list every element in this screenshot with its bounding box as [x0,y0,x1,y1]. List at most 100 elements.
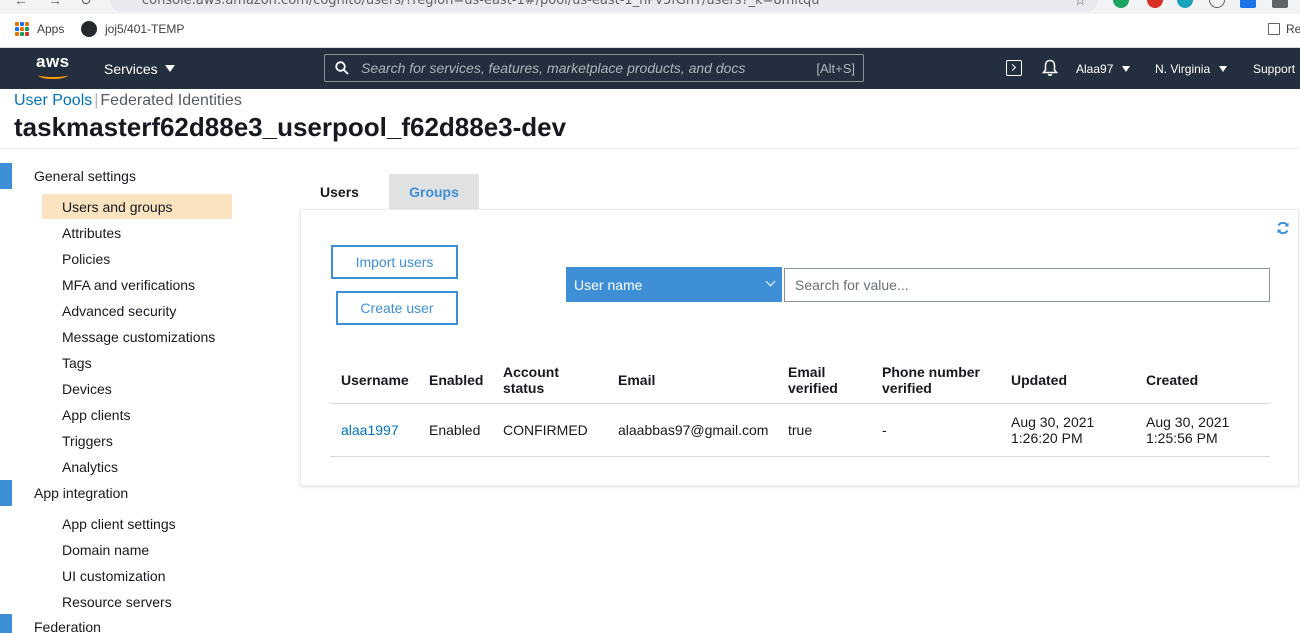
services-menu-button[interactable]: Services [104,48,175,89]
url-text: console.aws.amazon.com/cognito/users/?re… [142,0,820,8]
cell-email-verified: true [777,403,871,457]
sidebar-item-policies[interactable]: Policies [42,246,232,271]
sidebar-item-domain-name[interactable]: Domain name [42,537,232,562]
bookmarks-bar: Apps joj5/401-TEMP Re [0,14,1300,48]
sidebar-item-app-clients[interactable]: App clients [42,402,232,427]
browser-address-bar: ← → ↻ console.aws.amazon.com/cognito/use… [0,0,1300,14]
extension-grammarly-icon[interactable] [1113,0,1129,8]
users-table: Username Enabled Account status Email Ema… [330,358,1270,457]
sidebar-item-devices[interactable]: Devices [42,376,232,401]
support-label: Support [1253,61,1296,76]
aws-logo[interactable]: aws [36,53,76,82]
breadcrumb-separator: | [94,92,99,109]
col-updated[interactable]: Updated [1000,358,1135,404]
sidebar-item-advanced-security[interactable]: Advanced security [42,298,232,323]
bookmark-github[interactable]: joj5/401-TEMP [81,14,184,44]
tab-groups[interactable]: Groups [389,174,479,210]
account-name: Alaa97 [1076,61,1114,76]
sidebar-section-label: App integration [34,485,129,501]
extension-pin-icon[interactable] [1177,0,1193,8]
github-icon [81,21,97,37]
reload-icon[interactable]: ↻ [80,0,92,9]
search-icon [335,61,349,75]
service-search-input[interactable] [361,60,817,76]
col-email[interactable]: Email [607,358,777,404]
apps-grid-icon [15,22,29,36]
col-account-status[interactable]: Account status [492,358,607,404]
reading-list-icon [1268,23,1280,35]
sidebar-item-mfa[interactable]: MFA and verifications [42,272,232,297]
refresh-icon[interactable] [1276,221,1290,235]
breadcrumb: User Pools | Federated Identities [14,92,242,110]
cell-username[interactable]: alaa1997 [330,403,418,457]
caret-down-icon [1122,65,1131,72]
forward-arrow-icon[interactable]: → [48,0,62,8]
sidebar-item-analytics[interactable]: Analytics [42,454,232,479]
support-menu[interactable]: Support [1253,48,1295,89]
col-label-line: verified [788,380,838,397]
users-panel: Import users Create user User name Usern… [300,209,1299,486]
cloudshell-icon[interactable] [1006,60,1022,76]
col-phone-verified[interactable]: Phone number verified [871,358,1000,404]
section-marker [0,480,12,506]
cell-enabled: Enabled [418,403,492,457]
col-label-line: verified [882,380,932,397]
region-name: N. Virginia [1155,61,1211,76]
col-label-line: status [503,380,545,397]
table-row[interactable]: alaa1997 Enabled CONFIRMED alaabbas97@gm… [330,403,1270,457]
tab-users[interactable]: Users [300,174,379,210]
bookmark-reading-list[interactable]: Re [1268,14,1300,44]
search-input[interactable] [784,268,1270,302]
sidebar-section-federation[interactable]: Federation [0,614,101,633]
sidebar-item-attributes[interactable]: Attributes [42,220,232,245]
back-arrow-icon[interactable]: ← [14,0,28,8]
caret-down-icon [1219,65,1228,72]
search-attribute-value: User name [574,276,643,293]
sidebar-item-resource-servers[interactable]: Resource servers [42,589,232,614]
created-time: 1:25:56 PM [1146,429,1218,446]
extension-puzzle-icon[interactable] [1272,0,1288,8]
updated-date: Aug 30, 2021 [1011,413,1095,430]
col-email-verified[interactable]: Email verified [777,358,871,404]
col-label-line: Phone number [882,364,981,381]
extension-red-icon[interactable] [1147,0,1163,8]
bookmark-star-icon[interactable]: ☆ [1074,0,1087,9]
sidebar-item-triggers[interactable]: Triggers [42,428,232,453]
section-marker [0,614,12,633]
chevron-down-icon [765,276,776,287]
page-title: taskmasterf62d88e3_userpool_f62d88e3-dev [14,112,567,142]
bookmark-reading-label: Re [1286,22,1300,36]
cell-updated: Aug 30, 2021 1:26:20 PM [1000,403,1135,457]
federated-identities-link[interactable]: Federated Identities [100,92,241,109]
search-attribute-select[interactable]: User name [566,267,782,302]
aws-top-nav: aws Services [Alt+S] Alaa97 N. Virginia … [0,48,1300,89]
sidebar-section-general-settings[interactable]: General settings [0,163,136,189]
col-label-line: Email [788,364,826,381]
service-search-box[interactable]: [Alt+S] [324,54,864,82]
col-enabled[interactable]: Enabled [418,358,492,404]
notifications-bell-icon[interactable] [1042,59,1058,77]
created-date: Aug 30, 2021 [1146,413,1230,430]
user-pools-link[interactable]: User Pools [14,92,92,109]
account-menu[interactable]: Alaa97 [1076,48,1131,89]
sidebar-item-message-customizations[interactable]: Message customizations [42,324,232,349]
bookmark-apps[interactable]: Apps [15,14,64,44]
bookmark-github-label: joj5/401-TEMP [105,22,185,36]
sidebar-item-ui-customization[interactable]: UI customization [42,563,232,588]
sidebar: General settings Users and groups Attrib… [0,149,260,633]
profile-icon[interactable] [1209,0,1225,8]
sidebar-section-app-integration[interactable]: App integration [0,480,128,506]
col-created[interactable]: Created [1135,358,1270,404]
sidebar-item-tags[interactable]: Tags [42,350,232,375]
col-username[interactable]: Username [330,358,418,404]
region-menu[interactable]: N. Virginia [1155,48,1228,89]
search-shortcut-hint: [Alt+S] [816,60,855,76]
col-label-line: Account [503,364,559,381]
sidebar-item-users-and-groups[interactable]: Users and groups [42,194,232,219]
extension-blue-icon[interactable] [1240,0,1256,8]
section-marker [0,163,12,189]
updated-time: 1:26:20 PM [1011,429,1083,446]
sidebar-item-app-client-settings[interactable]: App client settings [42,511,232,536]
import-users-button[interactable]: Import users [331,245,458,279]
create-user-button[interactable]: Create user [336,291,458,325]
